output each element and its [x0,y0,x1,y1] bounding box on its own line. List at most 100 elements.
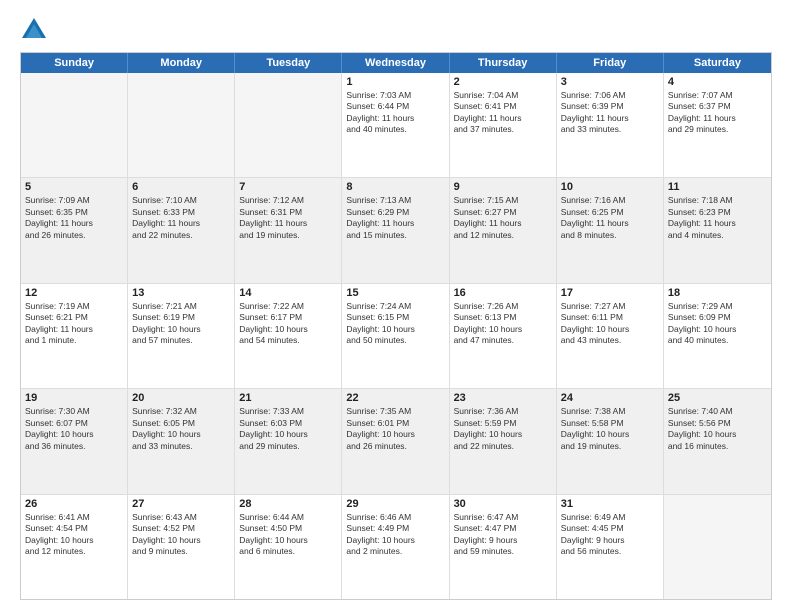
day-number: 3 [561,76,659,88]
cell-sun-info: Sunrise: 7:22 AM Sunset: 6:17 PM Dayligh… [239,301,337,347]
cell-sun-info: Sunrise: 7:35 AM Sunset: 6:01 PM Dayligh… [346,406,444,452]
calendar-cell: 13 Sunrise: 7:21 AM Sunset: 6:19 PM Dayli… [128,284,235,388]
day-number: 6 [132,181,230,193]
day-number: 4 [668,76,767,88]
day-number: 2 [454,76,552,88]
calendar-cell: 21 Sunrise: 7:33 AM Sunset: 6:03 PM Dayli… [235,389,342,493]
calendar: SundayMondayTuesdayWednesdayThursdayFrid… [20,52,772,600]
calendar-cell: 10 Sunrise: 7:16 AM Sunset: 6:25 PM Dayli… [557,178,664,282]
calendar-row: 5Sunrise: 7:09 AM Sunset: 6:35 PM Daylig… [21,177,771,282]
day-number: 22 [346,392,444,404]
calendar-cell: 2 Sunrise: 7:04 AM Sunset: 6:41 PM Daylig… [450,73,557,177]
calendar-cell: 20Sunrise: 7:32 AM Sunset: 6:05 PM Dayli… [128,389,235,493]
calendar-cell: 28 Sunrise: 6:44 AM Sunset: 4:50 PM Dayli… [235,495,342,599]
calendar-cell: 12Sunrise: 7:19 AM Sunset: 6:21 PM Dayli… [21,284,128,388]
cell-sun-info: Sunrise: 7:18 AM Sunset: 6:23 PM Dayligh… [668,195,767,241]
calendar-cell: 19 Sunrise: 7:30 AM Sunset: 6:07 PM Dayli… [21,389,128,493]
calendar-cell: 27Sunrise: 6:43 AM Sunset: 4:52 PM Dayli… [128,495,235,599]
day-number: 28 [239,498,337,510]
day-number: 30 [454,498,552,510]
calendar-cell: 5Sunrise: 7:09 AM Sunset: 6:35 PM Daylig… [21,178,128,282]
calendar-row: 12Sunrise: 7:19 AM Sunset: 6:21 PM Dayli… [21,283,771,388]
day-number: 7 [239,181,337,193]
day-number: 27 [132,498,230,510]
cell-sun-info: Sunrise: 7:24 AM Sunset: 6:15 PM Dayligh… [346,301,444,347]
day-number: 14 [239,287,337,299]
cell-sun-info: Sunrise: 7:29 AM Sunset: 6:09 PM Dayligh… [668,301,767,347]
calendar-cell: 30 Sunrise: 6:47 AM Sunset: 4:47 PM Dayli… [450,495,557,599]
calendar-cell [128,73,235,177]
day-number: 21 [239,392,337,404]
cell-sun-info: Sunrise: 7:40 AM Sunset: 5:56 PM Dayligh… [668,406,767,452]
day-number: 13 [132,287,230,299]
day-number: 24 [561,392,659,404]
cell-sun-info: Sunrise: 7:21 AM Sunset: 6:19 PM Dayligh… [132,301,230,347]
day-number: 17 [561,287,659,299]
calendar-header: SundayMondayTuesdayWednesdayThursdayFrid… [21,53,771,73]
cell-sun-info: Sunrise: 7:03 AM Sunset: 6:44 PM Dayligh… [346,90,444,136]
calendar-cell: 26 Sunrise: 6:41 AM Sunset: 4:54 PM Dayli… [21,495,128,599]
calendar-row: 19 Sunrise: 7:30 AM Sunset: 6:07 PM Dayli… [21,388,771,493]
cell-sun-info: Sunrise: 6:44 AM Sunset: 4:50 PM Dayligh… [239,512,337,558]
day-number: 25 [668,392,767,404]
cell-sun-info: Sunrise: 7:27 AM Sunset: 6:11 PM Dayligh… [561,301,659,347]
day-number: 15 [346,287,444,299]
calendar-cell: 4 Sunrise: 7:07 AM Sunset: 6:37 PM Daylig… [664,73,771,177]
calendar-cell: 14 Sunrise: 7:22 AM Sunset: 6:17 PM Dayli… [235,284,342,388]
page: SundayMondayTuesdayWednesdayThursdayFrid… [0,0,792,612]
day-number: 16 [454,287,552,299]
calendar-cell: 11 Sunrise: 7:18 AM Sunset: 6:23 PM Dayli… [664,178,771,282]
calendar-cell: 6 Sunrise: 7:10 AM Sunset: 6:33 PM Daylig… [128,178,235,282]
cell-sun-info: Sunrise: 7:04 AM Sunset: 6:41 PM Dayligh… [454,90,552,136]
cell-sun-info: Sunrise: 7:07 AM Sunset: 6:37 PM Dayligh… [668,90,767,136]
cell-sun-info: Sunrise: 7:19 AM Sunset: 6:21 PM Dayligh… [25,301,123,347]
weekday-header: Sunday [21,53,128,73]
cell-sun-info: Sunrise: 6:41 AM Sunset: 4:54 PM Dayligh… [25,512,123,558]
calendar-cell: 3 Sunrise: 7:06 AM Sunset: 6:39 PM Daylig… [557,73,664,177]
day-number: 26 [25,498,123,510]
calendar-cell: 9 Sunrise: 7:15 AM Sunset: 6:27 PM Daylig… [450,178,557,282]
calendar-cell: 17 Sunrise: 7:27 AM Sunset: 6:11 PM Dayli… [557,284,664,388]
day-number: 20 [132,392,230,404]
header [20,16,772,44]
cell-sun-info: Sunrise: 7:30 AM Sunset: 6:07 PM Dayligh… [25,406,123,452]
calendar-body: 1Sunrise: 7:03 AM Sunset: 6:44 PM Daylig… [21,73,771,599]
weekday-header: Thursday [450,53,557,73]
cell-sun-info: Sunrise: 7:33 AM Sunset: 6:03 PM Dayligh… [239,406,337,452]
day-number: 9 [454,181,552,193]
cell-sun-info: Sunrise: 7:16 AM Sunset: 6:25 PM Dayligh… [561,195,659,241]
weekday-header: Monday [128,53,235,73]
day-number: 23 [454,392,552,404]
cell-sun-info: Sunrise: 7:06 AM Sunset: 6:39 PM Dayligh… [561,90,659,136]
calendar-cell [235,73,342,177]
cell-sun-info: Sunrise: 7:10 AM Sunset: 6:33 PM Dayligh… [132,195,230,241]
weekday-header: Friday [557,53,664,73]
day-number: 10 [561,181,659,193]
cell-sun-info: Sunrise: 6:49 AM Sunset: 4:45 PM Dayligh… [561,512,659,558]
calendar-cell: 29 Sunrise: 6:46 AM Sunset: 4:49 PM Dayli… [342,495,449,599]
cell-sun-info: Sunrise: 7:12 AM Sunset: 6:31 PM Dayligh… [239,195,337,241]
day-number: 31 [561,498,659,510]
day-number: 11 [668,181,767,193]
calendar-row: 1Sunrise: 7:03 AM Sunset: 6:44 PM Daylig… [21,73,771,177]
calendar-cell: 8Sunrise: 7:13 AM Sunset: 6:29 PM Daylig… [342,178,449,282]
calendar-cell: 15 Sunrise: 7:24 AM Sunset: 6:15 PM Dayli… [342,284,449,388]
day-number: 18 [668,287,767,299]
calendar-cell: 1Sunrise: 7:03 AM Sunset: 6:44 PM Daylig… [342,73,449,177]
cell-sun-info: Sunrise: 6:46 AM Sunset: 4:49 PM Dayligh… [346,512,444,558]
cell-sun-info: Sunrise: 7:13 AM Sunset: 6:29 PM Dayligh… [346,195,444,241]
cell-sun-info: Sunrise: 7:36 AM Sunset: 5:59 PM Dayligh… [454,406,552,452]
weekday-header: Wednesday [342,53,449,73]
calendar-cell: 24Sunrise: 7:38 AM Sunset: 5:58 PM Dayli… [557,389,664,493]
logo-icon [20,16,48,44]
cell-sun-info: Sunrise: 7:26 AM Sunset: 6:13 PM Dayligh… [454,301,552,347]
calendar-row: 26 Sunrise: 6:41 AM Sunset: 4:54 PM Dayli… [21,494,771,599]
cell-sun-info: Sunrise: 6:47 AM Sunset: 4:47 PM Dayligh… [454,512,552,558]
cell-sun-info: Sunrise: 7:15 AM Sunset: 6:27 PM Dayligh… [454,195,552,241]
calendar-cell: 16 Sunrise: 7:26 AM Sunset: 6:13 PM Dayli… [450,284,557,388]
day-number: 19 [25,392,123,404]
calendar-cell: 31 Sunrise: 6:49 AM Sunset: 4:45 PM Dayli… [557,495,664,599]
cell-sun-info: Sunrise: 7:09 AM Sunset: 6:35 PM Dayligh… [25,195,123,241]
day-number: 29 [346,498,444,510]
calendar-cell: 23 Sunrise: 7:36 AM Sunset: 5:59 PM Dayli… [450,389,557,493]
